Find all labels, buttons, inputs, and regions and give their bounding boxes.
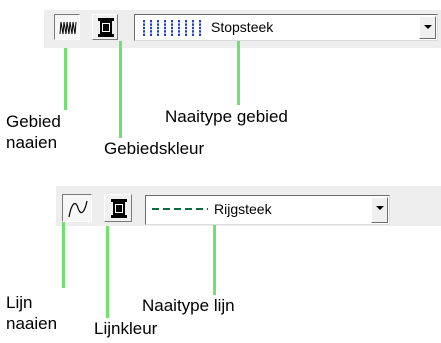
stitch-dot — [171, 20, 173, 23]
thread-spool-icon — [98, 18, 114, 37]
stitch-dot — [164, 30, 166, 33]
stitch-dot — [150, 33, 152, 36]
stitch-dot — [192, 20, 194, 23]
stitch-dot — [150, 30, 152, 33]
stitch-dot — [199, 30, 201, 33]
stitch-dot — [164, 23, 166, 26]
stitch-dot — [143, 26, 145, 30]
stitch-dot — [164, 20, 166, 23]
pointer-line-sew-type — [213, 225, 216, 295]
area-sew-type-select[interactable]: Stopsteek — [134, 14, 438, 41]
stitch-dot — [143, 23, 145, 26]
stitch-dot — [178, 20, 180, 23]
stitch-dot — [185, 30, 187, 33]
stitch-dot — [157, 23, 159, 26]
stitch-dot — [192, 23, 194, 26]
label-sew-area: Gebied naaien — [6, 112, 61, 152]
stitch-dot — [199, 20, 201, 23]
stitch-dot — [143, 30, 145, 33]
stitch-dot — [171, 30, 173, 33]
stitch-dot — [164, 26, 166, 30]
label-area-color: Gebiedskleur — [104, 139, 205, 158]
pointer-line-color — [106, 226, 109, 318]
basting-stitch-swatch — [152, 208, 208, 210]
stitch-dot — [185, 23, 187, 26]
area-color-button[interactable] — [92, 14, 118, 40]
stitch-dot — [150, 23, 152, 26]
area-sew-type-value: Stopsteek — [211, 19, 274, 35]
stitch-dot — [185, 20, 187, 23]
stitch-dot — [157, 20, 159, 23]
label-line-color: Lijnkleur — [94, 319, 158, 338]
pointer-sew-area — [64, 48, 67, 110]
line-sew-type-select[interactable]: Rijgsteek — [145, 195, 390, 225]
stitch-dot — [164, 33, 166, 36]
stitch-dot — [185, 33, 187, 36]
stitch-dot — [178, 26, 180, 30]
label-line-sew-type: Naaitype lijn — [142, 296, 235, 315]
pointer-sew-line — [62, 222, 65, 288]
stitch-dot — [150, 20, 152, 23]
stitch-dot — [150, 26, 152, 30]
stitch-dot — [178, 33, 180, 36]
thread-spool-icon — [111, 199, 127, 218]
stitch-dot — [199, 26, 201, 30]
pointer-area-sew-type — [237, 41, 240, 105]
stitch-dot — [192, 30, 194, 33]
sew-line-button[interactable] — [62, 194, 92, 222]
running-stitch-swatch — [143, 20, 201, 36]
zigzag-fill-icon — [59, 21, 77, 35]
stitch-dot — [199, 23, 201, 26]
stitch-dot — [157, 26, 159, 30]
chevron-down-icon[interactable] — [419, 16, 436, 39]
stitch-dot — [192, 26, 194, 30]
stitch-dot — [157, 30, 159, 33]
stitch-dot — [192, 33, 194, 36]
stitch-dot — [171, 26, 173, 30]
stitch-dot — [178, 23, 180, 26]
curve-line-icon — [68, 200, 88, 218]
label-area-sew-type: Naaitype gebied — [165, 107, 288, 126]
stitch-dot — [143, 33, 145, 36]
stitch-dot — [199, 33, 201, 36]
label-sew-line: Lijn naaien — [6, 293, 58, 333]
line-sew-type-value: Rijgsteek — [214, 201, 272, 217]
stitch-dot — [157, 33, 159, 36]
stitch-dot — [185, 26, 187, 30]
stitch-dot — [171, 23, 173, 26]
sew-area-button[interactable] — [54, 14, 80, 40]
line-color-button[interactable] — [104, 194, 132, 222]
pointer-area-color — [119, 41, 122, 138]
chevron-down-icon[interactable] — [371, 197, 388, 223]
stitch-dot — [178, 30, 180, 33]
stitch-dot — [143, 20, 145, 23]
stitch-dot — [171, 33, 173, 36]
